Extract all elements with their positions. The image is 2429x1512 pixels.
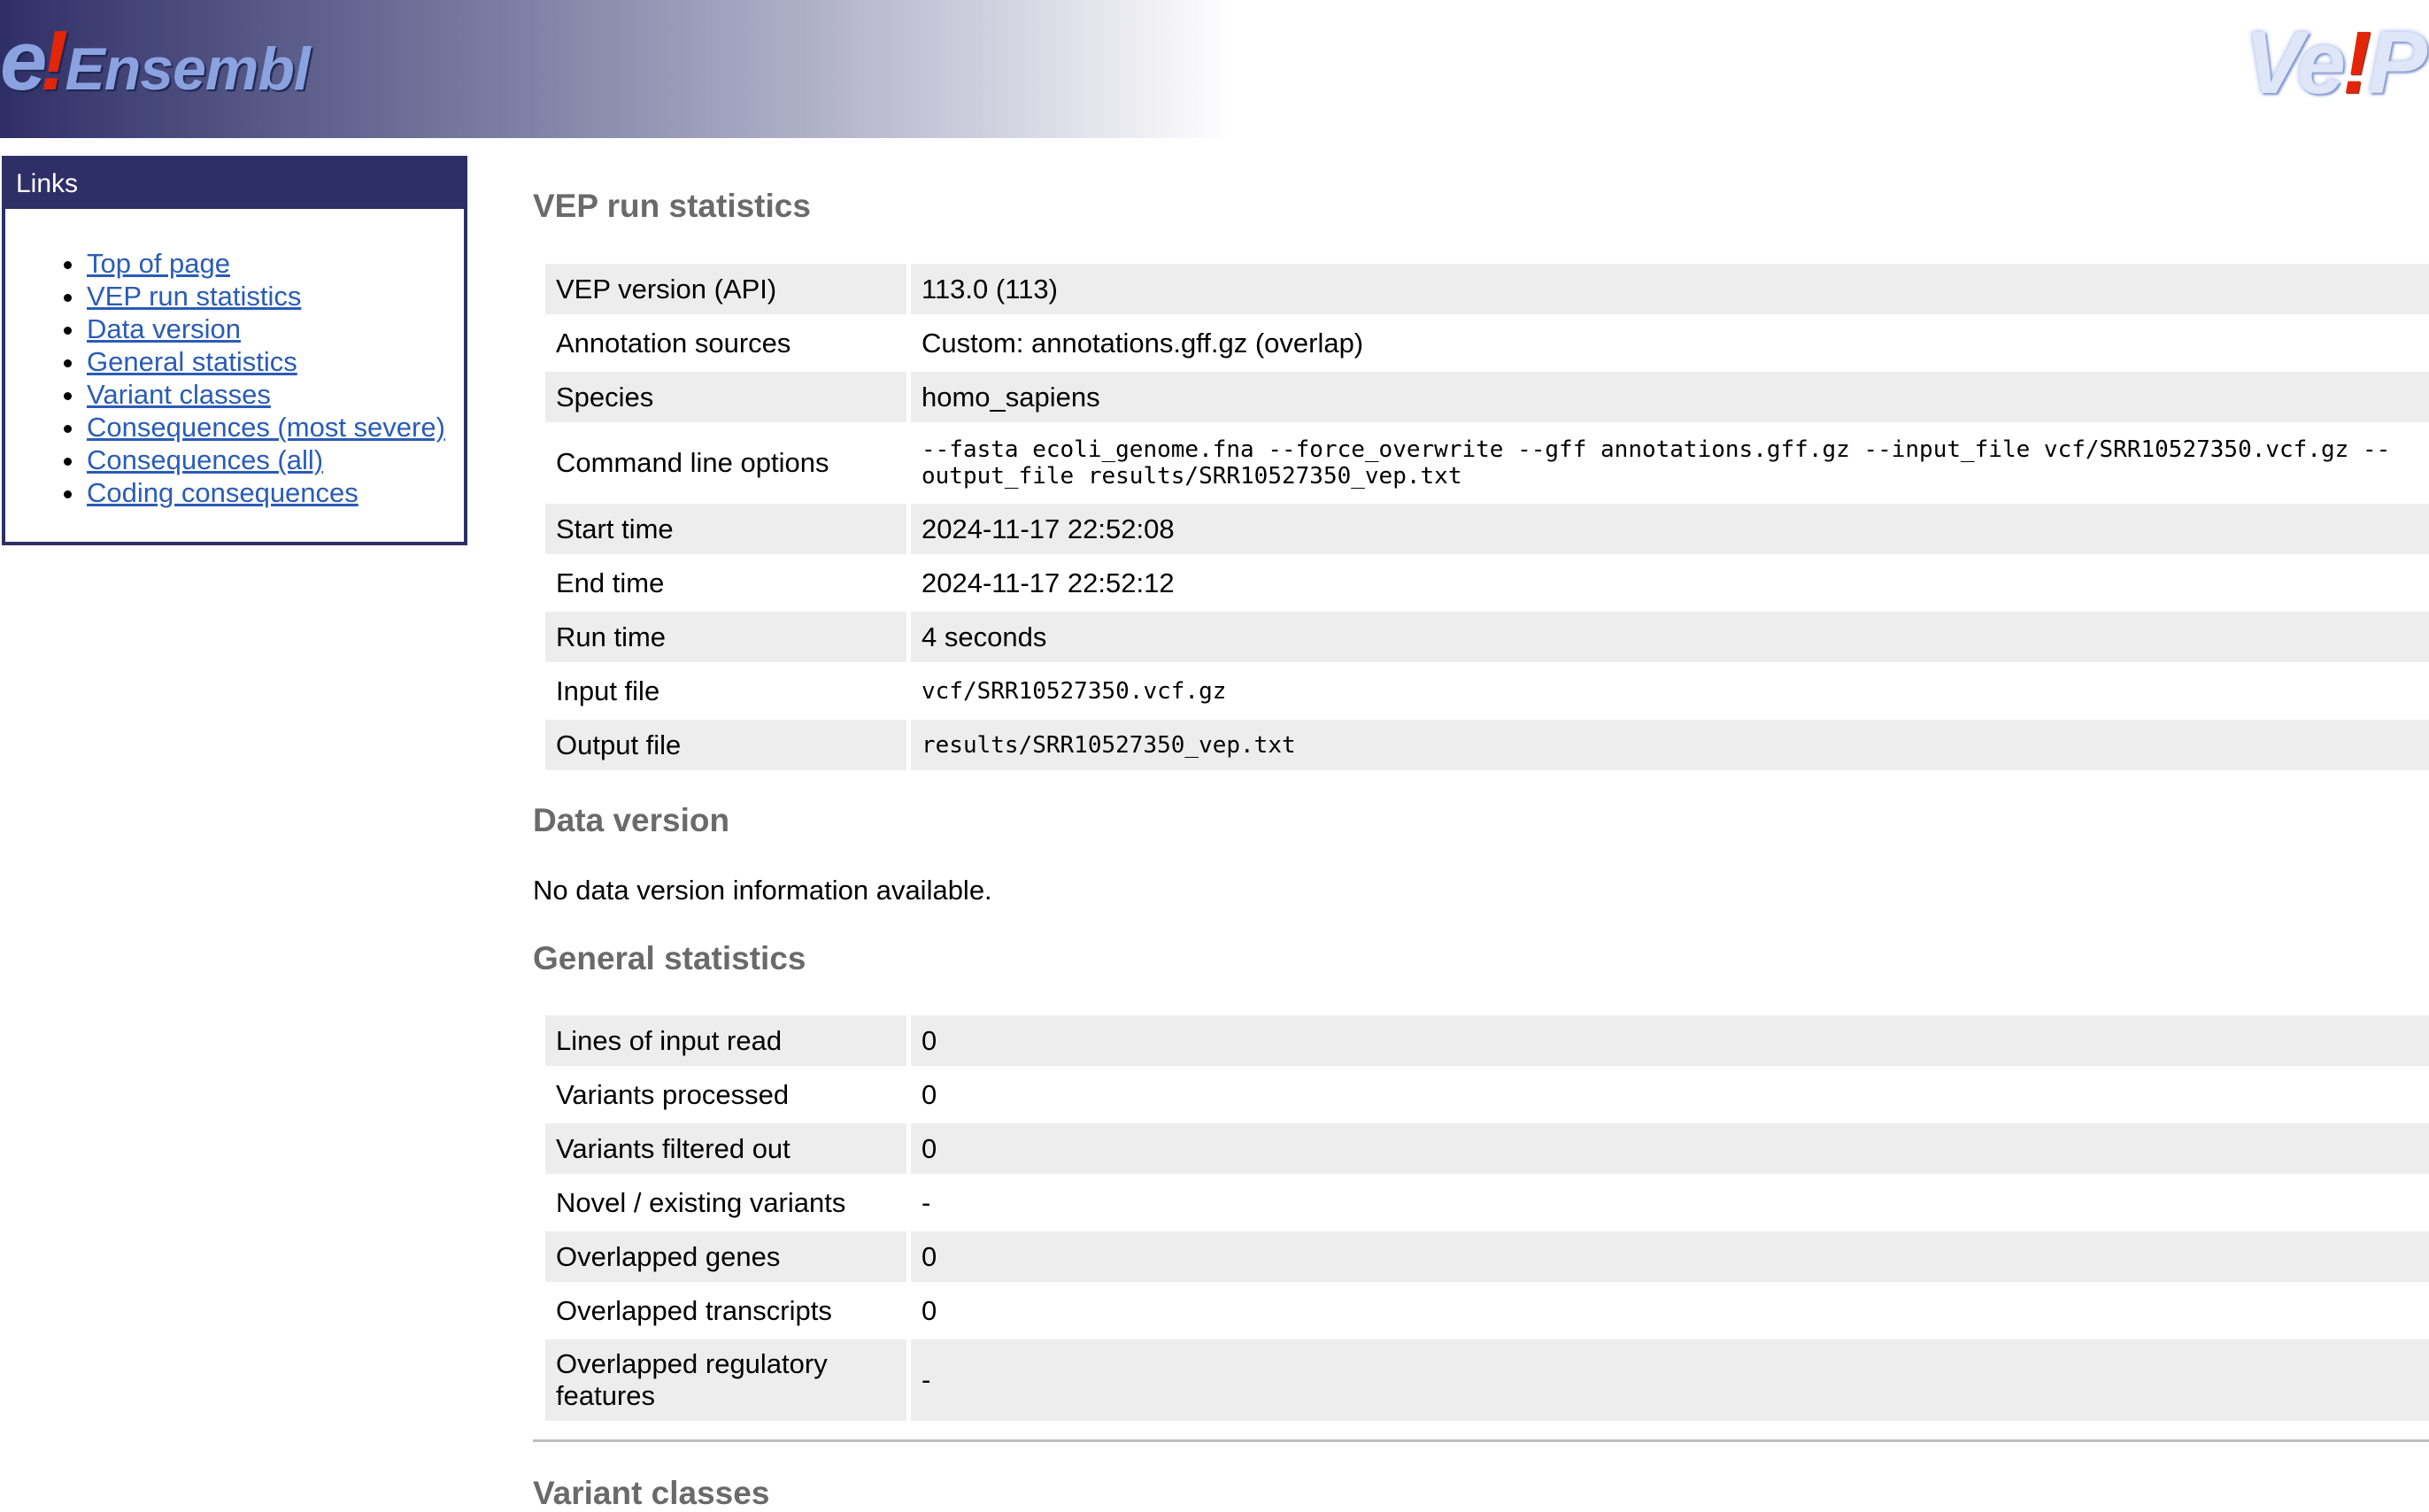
variant-classes-heading: Variant classes (533, 1475, 770, 1511)
row-key: Overlapped transcripts (545, 1285, 911, 1336)
general-stats-table: Lines of input read 0 Variants processed… (545, 1012, 2429, 1424)
links-sidebar: Links Top of page VEP run statistics Dat… (2, 156, 467, 545)
table-row: Run time 4 seconds (545, 612, 2429, 662)
row-key: Overlapped regulatory features (545, 1339, 911, 1421)
row-key: Lines of input read (545, 1015, 911, 1066)
section-divider (533, 1439, 2429, 1442)
row-value: - (911, 1339, 2429, 1421)
row-key: Annotation sources (545, 318, 911, 368)
link-top-of-page[interactable]: Top of page (87, 248, 230, 279)
list-item: Top of page (5, 248, 445, 281)
link-consequences-all[interactable]: Consequences (all) (87, 444, 323, 475)
vep-logo-post: P (2368, 13, 2427, 112)
row-value: results/SRR10527350_vep.txt (911, 720, 2429, 770)
sidebar-title: Links (5, 159, 464, 209)
row-key: Species (545, 372, 911, 422)
table-row: Overlapped regulatory features - (545, 1339, 2429, 1421)
row-key: Variants processed (545, 1069, 911, 1120)
table-row: Lines of input read 0 (545, 1015, 2429, 1066)
table-row: Start time 2024-11-17 22:52:08 (545, 504, 2429, 554)
link-vep-run-statistics[interactable]: VEP run statistics (87, 281, 301, 312)
row-key: Command line options (545, 426, 911, 500)
table-row: VEP version (API) 113.0 (113) (545, 264, 2429, 314)
table-row: Input file vcf/SRR10527350.vcf.gz (545, 666, 2429, 716)
data-version-text: No data version information available. (533, 875, 992, 906)
row-key: End time (545, 558, 911, 608)
list-item: General statistics (5, 346, 445, 379)
ensembl-logo[interactable]: e ! Ensembl (0, 12, 311, 110)
row-value: 0 (921, 1078, 937, 1110)
row-value: 4 seconds (911, 612, 2429, 662)
row-key: Start time (545, 504, 911, 554)
run-stats-table: VEP version (API) 113.0 (113) Annotation… (545, 260, 2429, 774)
row-value: 0 (911, 1015, 2429, 1066)
row-key: Run time (545, 612, 911, 662)
row-value: - (921, 1186, 931, 1218)
list-item: Consequences (most severe) (5, 412, 445, 444)
row-value: 0 (911, 1123, 2429, 1174)
row-value: 113.0 (113) (911, 264, 2429, 314)
list-item: Consequences (all) (5, 444, 445, 477)
table-row: Novel / existing variants - (545, 1177, 2429, 1228)
list-item: VEP run statistics (5, 281, 445, 313)
link-data-version[interactable]: Data version (87, 313, 241, 344)
row-key: Novel / existing variants (545, 1177, 911, 1228)
vep-logo: Ve!P (2244, 12, 2427, 112)
list-item: Coding consequences (5, 477, 445, 510)
run-stats-heading: VEP run statistics (533, 188, 811, 224)
vep-logo-bang: ! (2341, 13, 2371, 112)
link-general-statistics[interactable]: General statistics (87, 346, 297, 377)
row-key: Overlapped genes (545, 1231, 911, 1282)
row-value: 0 (921, 1294, 937, 1326)
link-coding-consequences[interactable]: Coding consequences (87, 477, 359, 508)
table-row: Variants filtered out 0 (545, 1123, 2429, 1174)
ensembl-logo-word: Ensembl (65, 35, 310, 103)
row-value: vcf/SRR10527350.vcf.gz (921, 677, 1227, 705)
row-key: Variants filtered out (545, 1123, 911, 1174)
table-row: End time 2024-11-17 22:52:12 (545, 558, 2429, 608)
row-value: 0 (911, 1231, 2429, 1282)
row-value: homo_sapiens (911, 372, 2429, 422)
link-variant-classes[interactable]: Variant classes (87, 379, 271, 410)
data-version-heading: Data version (533, 802, 730, 838)
table-row: Output file results/SRR10527350_vep.txt (545, 720, 2429, 770)
link-consequences-most-severe[interactable]: Consequences (most severe) (87, 412, 445, 443)
table-row: Species homo_sapiens (545, 372, 2429, 422)
row-value: Custom: annotations.gff.gz (overlap) (921, 327, 1364, 359)
vep-logo-pre: Ve (2244, 13, 2346, 112)
list-item: Variant classes (5, 379, 445, 412)
row-key: Output file (545, 720, 911, 770)
row-key: Input file (545, 666, 911, 716)
general-stats-heading: General statistics (533, 940, 806, 976)
table-row: Overlapped genes 0 (545, 1231, 2429, 1282)
row-value: 2024-11-17 22:52:12 (921, 567, 1175, 598)
table-row: Overlapped transcripts 0 (545, 1285, 2429, 1336)
row-value: --fasta ecoli_genome.fna --force_overwri… (921, 436, 2391, 490)
table-row: Command line options --fasta ecoli_genom… (545, 426, 2429, 500)
table-row: Annotation sources Custom: annotations.g… (545, 318, 2429, 368)
row-value: 2024-11-17 22:52:08 (911, 504, 2429, 554)
links-list: Top of page VEP run statistics Data vers… (5, 248, 445, 510)
table-row: Variants processed 0 (545, 1069, 2429, 1120)
row-key: VEP version (API) (545, 264, 911, 314)
page-header: e ! Ensembl Ve!P (0, 0, 2429, 138)
list-item: Data version (5, 313, 445, 346)
